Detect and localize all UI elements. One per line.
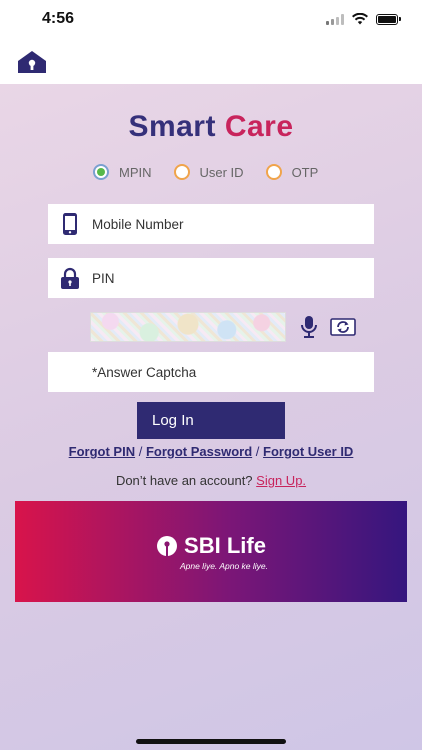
wifi-icon <box>352 13 368 25</box>
forgot-separator-2: / <box>255 444 260 459</box>
captcha-row <box>90 312 356 342</box>
sbi-life-logo: SBI Life <box>156 533 266 559</box>
status-icons <box>326 13 401 25</box>
captcha-answer-input[interactable] <box>92 364 352 380</box>
status-bar: 4:56 <box>0 0 422 40</box>
refresh-captcha-button[interactable] <box>330 318 356 336</box>
sbi-life-banner[interactable]: SBI Life Apne liye. Apno ke liye. <box>15 501 407 602</box>
status-time: 4:56 <box>42 10 75 27</box>
app-title: Smart Care <box>0 110 422 144</box>
captcha-answer-field <box>48 352 374 392</box>
radio-user-id[interactable]: User ID <box>173 164 244 180</box>
sign-up-link[interactable]: Sign Up. <box>256 473 306 488</box>
radio-user-id-circle[interactable] <box>173 164 190 180</box>
mobile-number-input[interactable] <box>92 216 352 232</box>
radio-otp[interactable]: OTP <box>265 164 319 180</box>
brand-tagline: Apne liye. Apno ke liye. <box>179 560 269 571</box>
sbi-keyhole-icon <box>157 535 178 557</box>
lock-icon <box>48 267 92 289</box>
microphone-icon <box>301 316 317 338</box>
audio-captcha-button[interactable] <box>300 315 318 339</box>
forgot-user-id-link[interactable]: Forgot User ID <box>263 444 353 459</box>
signup-row: Don’t have an account? Sign Up. <box>0 473 422 488</box>
home-indicator <box>136 739 286 744</box>
radio-mpin[interactable]: MPIN <box>93 164 152 180</box>
forgot-links: Forgot PIN / Forgot Password / Forgot Us… <box>0 444 422 459</box>
captcha-image <box>90 312 286 342</box>
mobile-number-field <box>48 204 374 244</box>
app-title-part2: Care <box>224 110 294 143</box>
home-icon <box>18 51 46 73</box>
refresh-icon <box>330 318 356 336</box>
login-type-selector: MPIN User ID OTP <box>93 164 318 180</box>
phone-icon <box>48 212 92 236</box>
brand-name: SBI Life <box>184 532 266 558</box>
forgot-password-link[interactable]: Forgot Password <box>146 444 252 459</box>
battery-icon <box>376 13 401 25</box>
signal-icon <box>326 13 344 25</box>
radio-otp-circle[interactable] <box>265 164 282 180</box>
login-area: Smart Care MPIN User ID OTP Mobile Numbe… <box>0 84 422 750</box>
radio-mpin-circle[interactable] <box>93 164 109 180</box>
pin-field <box>48 258 374 298</box>
forgot-separator-1: / <box>138 444 143 459</box>
no-account-text: Don’t have an account? <box>115 473 253 488</box>
app-title-part1: Smart <box>128 110 216 143</box>
radio-user-id-label: User ID <box>199 164 244 180</box>
top-nav <box>0 40 422 84</box>
login-button[interactable]: Log In <box>137 402 285 439</box>
radio-mpin-label: MPIN <box>119 164 152 180</box>
radio-otp-label: OTP <box>291 164 319 180</box>
home-button[interactable] <box>16 50 48 76</box>
forgot-pin-link[interactable]: Forgot PIN <box>69 444 135 459</box>
pin-input[interactable] <box>92 270 352 286</box>
